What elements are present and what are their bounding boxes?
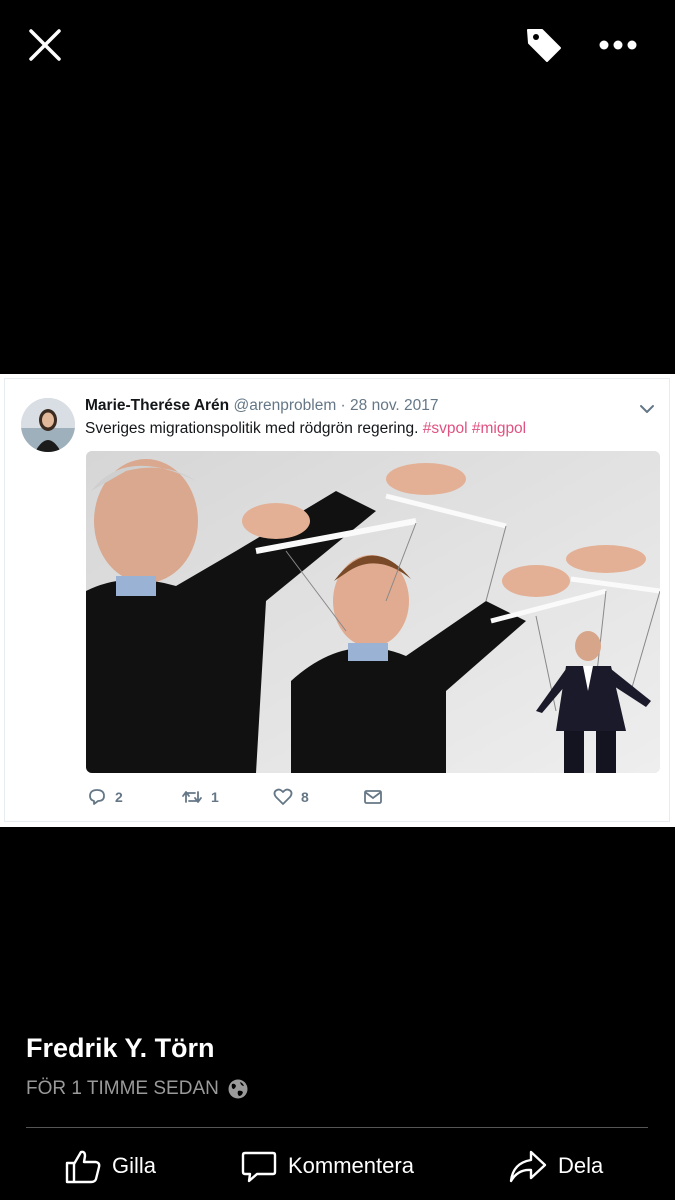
globe-icon xyxy=(228,1079,248,1099)
post-photo[interactable]: Marie-Therése Arén @arenproblem · 28 nov… xyxy=(0,374,675,827)
tweet-author-name[interactable]: Marie-Therése Arén xyxy=(85,397,229,414)
post-timestamp[interactable]: FÖR 1 TIMME SEDAN xyxy=(26,1078,219,1100)
comment-label: Kommentera xyxy=(288,1153,414,1178)
tag-button[interactable] xyxy=(520,22,568,68)
comment-button[interactable]: Kommentera xyxy=(240,1142,414,1190)
reply-icon xyxy=(89,789,105,805)
envelope-icon xyxy=(364,790,382,804)
like-count: 8 xyxy=(301,789,309,805)
like-action[interactable]: 8 xyxy=(273,787,309,807)
more-icon xyxy=(599,40,637,50)
retweet-icon xyxy=(182,791,202,803)
tweet-author-handle[interactable]: @arenproblem xyxy=(233,397,336,414)
tweet-body: Sveriges migrationspolitik med rödgrön r… xyxy=(85,420,419,437)
tweet-hashtags[interactable]: #svpol #migpol xyxy=(423,420,526,437)
close-icon xyxy=(29,29,61,61)
share-button[interactable]: Dela xyxy=(508,1142,603,1190)
post-actions-bar: Gilla Kommentera Dela xyxy=(0,1142,675,1190)
share-label: Dela xyxy=(558,1153,604,1178)
heart-icon xyxy=(273,788,293,805)
tweet-actions: 2 1 8 xyxy=(87,787,407,813)
tweet-date[interactable]: 28 nov. 2017 xyxy=(350,397,438,414)
tag-icon xyxy=(527,29,561,62)
reply-count: 2 xyxy=(115,789,123,805)
chevron-down-icon[interactable] xyxy=(637,399,657,419)
tweet-image xyxy=(86,451,660,773)
tweet-screenshot: Marie-Therése Arén @arenproblem · 28 nov… xyxy=(4,378,670,822)
divider xyxy=(26,1127,648,1128)
retweet-action[interactable]: 1 xyxy=(181,787,219,807)
like-button[interactable]: Gilla xyxy=(64,1142,156,1190)
comment-icon xyxy=(241,1151,277,1183)
tweet-text: Sveriges migrationspolitik med rödgrön r… xyxy=(85,420,526,438)
post-author-name[interactable]: Fredrik Y. Törn xyxy=(26,1033,215,1064)
thumbs-up-icon xyxy=(65,1150,101,1184)
share-icon xyxy=(509,1150,547,1183)
avatar xyxy=(21,398,75,452)
like-label: Gilla xyxy=(112,1153,157,1178)
tweet-separator: · xyxy=(340,397,346,414)
reply-action[interactable]: 2 xyxy=(87,787,123,807)
viewer-top-bar xyxy=(0,0,675,90)
tweet-header: Marie-Therése Arén @arenproblem · 28 nov… xyxy=(85,397,439,415)
close-button[interactable] xyxy=(22,22,68,68)
post-meta: FÖR 1 TIMME SEDAN xyxy=(26,1078,249,1100)
more-options-button[interactable] xyxy=(592,22,644,68)
retweet-count: 1 xyxy=(211,789,219,805)
message-action[interactable] xyxy=(363,787,383,807)
